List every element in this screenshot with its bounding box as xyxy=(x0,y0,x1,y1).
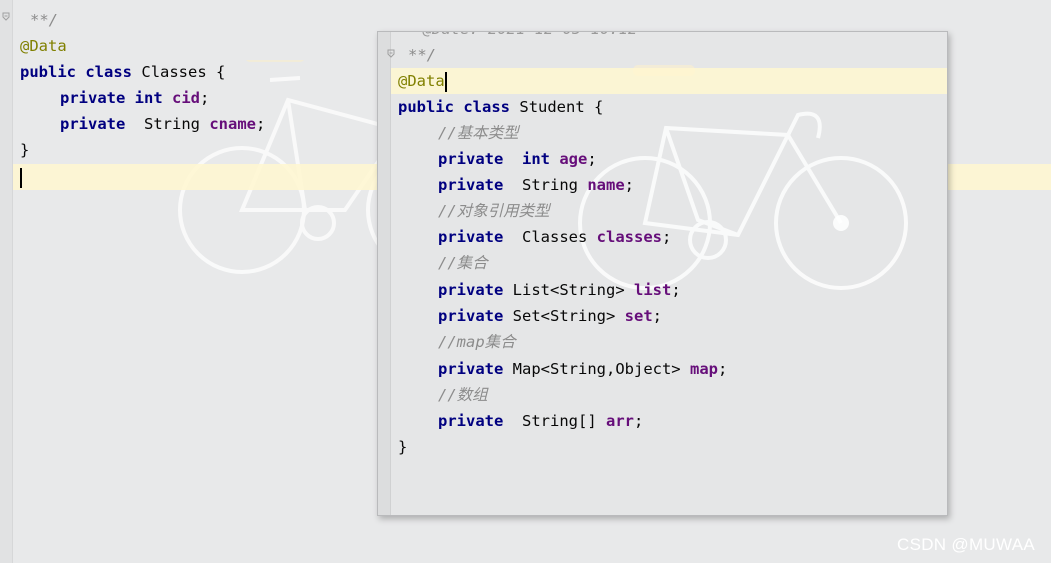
field-map: private Map<String,Object> map; xyxy=(438,360,728,378)
field-set: private Set<String> set; xyxy=(438,307,663,325)
field-name: private String name; xyxy=(438,176,635,194)
comment-end: **/ xyxy=(30,11,58,29)
fold-icon[interactable] xyxy=(2,12,10,21)
field-classes: private Classes classes; xyxy=(438,228,672,246)
comment-date-line: * @Date: 2021-12-05 10:12 xyxy=(404,32,637,42)
field-age: private int age; xyxy=(438,150,597,168)
quick-definition-popup[interactable]: * @Date: 2021-12-05 10:12 **/ @Data publ… xyxy=(377,31,948,516)
field-line: private String cname; xyxy=(60,115,266,133)
text-caret xyxy=(444,71,447,92)
field-line: private int cid; xyxy=(60,89,210,107)
comment-array: //数组 xyxy=(438,386,488,404)
annotation-line: @Data xyxy=(398,71,447,92)
editor-gutter xyxy=(0,0,13,563)
watermark: CSDN @MUWAA xyxy=(897,535,1035,554)
class-declaration: public class Student { xyxy=(398,98,604,116)
comment-reference-types: //对象引用类型 xyxy=(438,202,550,220)
fold-icon[interactable] xyxy=(387,49,395,58)
close-brace: } xyxy=(398,438,408,456)
comment-basic-types: //基本类型 xyxy=(438,124,519,142)
close-brace: } xyxy=(20,141,30,159)
comment-end: **/ xyxy=(408,46,436,64)
field-list: private List<String> list; xyxy=(438,281,681,299)
text-caret[interactable] xyxy=(20,164,22,190)
comment-map-collection: //map集合 xyxy=(438,333,516,351)
current-line-highlight xyxy=(391,68,947,94)
class-declaration: public class Classes { xyxy=(20,63,226,81)
field-arr: private String[] arr; xyxy=(438,412,644,430)
popup-gutter xyxy=(378,32,391,515)
comment-collections: //集合 xyxy=(438,254,488,272)
annotation: @Data xyxy=(20,37,67,55)
